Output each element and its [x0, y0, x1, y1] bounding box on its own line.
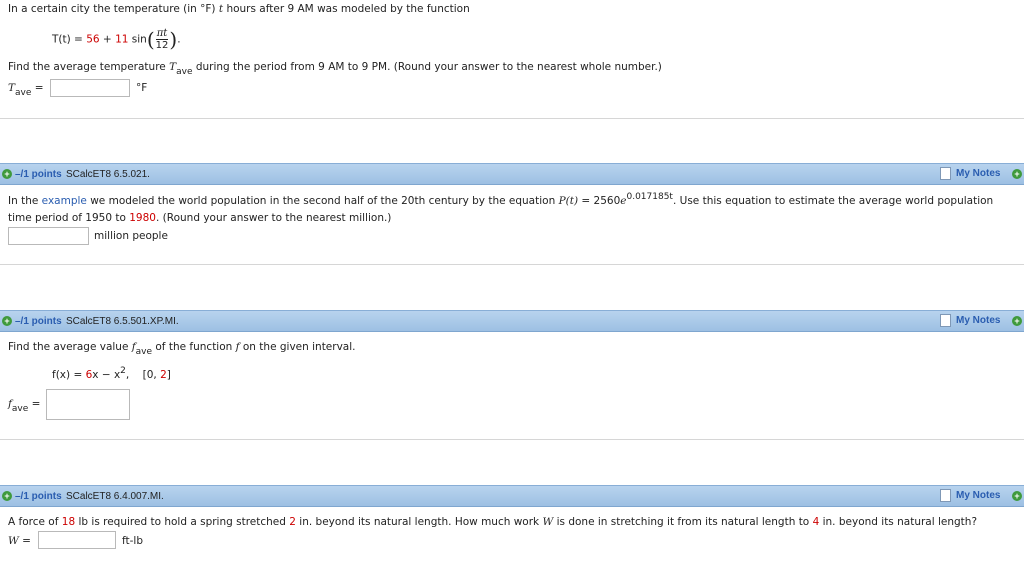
- q3-header-bar: + –/1 points SCalcET8 6.5.501.XP.MI. My …: [0, 310, 1024, 332]
- q1-answer-unit: °F: [136, 82, 148, 94]
- q4-answer-label: W =: [8, 535, 31, 547]
- q2-my-notes[interactable]: My Notes +: [940, 166, 1024, 182]
- q4-my-notes[interactable]: My Notes +: [940, 488, 1024, 504]
- q2-points: –/1 points: [15, 169, 62, 180]
- q1-answer-label: Tave =: [8, 82, 44, 98]
- q2-text-line2: time period of 1950 to 1980. (Round your…: [8, 212, 392, 224]
- notes-checkbox[interactable]: [940, 314, 951, 327]
- q1-task: Find the average temperature Tave during…: [8, 61, 662, 77]
- q2-answer-input[interactable]: [8, 227, 89, 245]
- q4-answer-unit: ft-lb: [122, 535, 143, 547]
- notes-expand-icon[interactable]: +: [1012, 491, 1022, 501]
- example-link[interactable]: example: [42, 195, 87, 207]
- q2-answer-unit: million people: [94, 230, 168, 242]
- expand-icon[interactable]: +: [2, 316, 12, 326]
- q3-answer-input[interactable]: [46, 389, 130, 420]
- divider: [0, 264, 1024, 265]
- expand-icon[interactable]: +: [2, 169, 12, 179]
- q4-text: A force of 18 lb is required to hold a s…: [8, 516, 978, 528]
- q4-header-bar: + –/1 points SCalcET8 6.4.007.MI. My Not…: [0, 485, 1024, 507]
- q3-answer-label: fave =: [8, 398, 41, 414]
- q4-points: –/1 points: [15, 491, 62, 502]
- q3-code: SCalcET8 6.5.501.XP.MI.: [66, 316, 179, 327]
- q4-answer-input[interactable]: [38, 531, 116, 549]
- q2-text-line1: In the example we modeled the world popu…: [8, 192, 994, 207]
- my-notes-label[interactable]: My Notes: [956, 315, 1000, 326]
- divider: [0, 118, 1024, 119]
- q1-fraction: πt 12: [155, 28, 169, 51]
- notes-expand-icon[interactable]: +: [1012, 316, 1022, 326]
- expand-icon[interactable]: +: [2, 491, 12, 501]
- notes-checkbox[interactable]: [940, 489, 951, 502]
- notes-expand-icon[interactable]: +: [1012, 169, 1022, 179]
- q3-function: f(x) = 6x − x2, [0, 2]: [52, 366, 171, 381]
- q1-function: T(t) = 56 + 11 sin(πt 12).: [52, 27, 181, 52]
- q3-points: –/1 points: [15, 316, 62, 327]
- notes-checkbox[interactable]: [940, 167, 951, 180]
- q1-answer-input[interactable]: [50, 79, 130, 97]
- q4-code: SCalcET8 6.4.007.MI.: [66, 491, 164, 502]
- q2-header-bar: + –/1 points SCalcET8 6.5.021. My Notes …: [0, 163, 1024, 185]
- q2-code: SCalcET8 6.5.021.: [66, 169, 150, 180]
- my-notes-label[interactable]: My Notes: [956, 490, 1000, 501]
- q3-my-notes[interactable]: My Notes +: [940, 313, 1024, 329]
- divider: [0, 439, 1024, 440]
- q3-text: Find the average value fave of the funct…: [8, 341, 356, 357]
- q1-intro: In a certain city the temperature (in °F…: [8, 3, 470, 15]
- my-notes-label[interactable]: My Notes: [956, 168, 1000, 179]
